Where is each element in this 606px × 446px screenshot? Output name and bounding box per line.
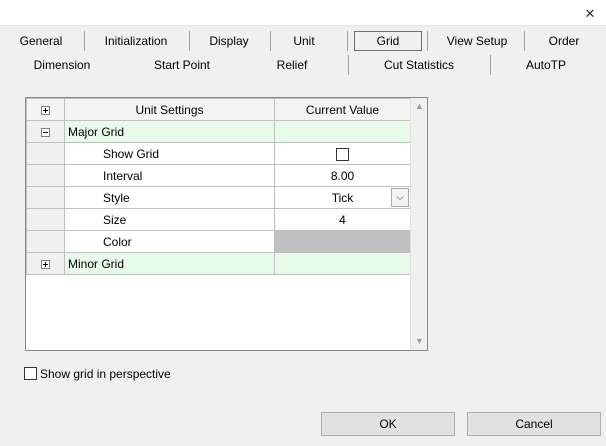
tab-separator [427,31,428,51]
tab-separator [347,31,348,51]
tab-start-point[interactable]: Start Point [142,54,222,76]
table-row-size[interactable]: Size 4 [26,208,411,231]
col-header-value: Current Value [274,98,411,121]
tab-view-setup[interactable]: View Setup [440,30,514,52]
tab-separator [270,31,271,51]
tab-separator [490,55,491,75]
tab-cut-statistics[interactable]: Cut Statistics [372,54,466,76]
tab-separator [189,31,190,51]
scroll-up-icon[interactable]: ▲ [411,98,428,115]
tab-separator [84,31,85,51]
property-label-color: Color [64,230,275,253]
row-header[interactable] [26,208,65,231]
row-header[interactable] [26,164,65,187]
property-value-style[interactable]: Tick ⌵ [274,186,411,209]
show-grid-perspective-checkbox[interactable] [24,367,37,381]
row-header[interactable] [26,142,65,165]
property-label-style: Style [64,186,275,209]
unit-settings-grid: Unit Settings Current Value Major Grid S… [25,97,428,351]
ok-button[interactable]: OK [321,412,455,436]
tab-separator [348,55,349,75]
property-label-show-grid: Show Grid [64,142,275,165]
tab-grid[interactable]: Grid [354,31,422,51]
group-row-minor-grid[interactable]: Minor Grid [26,252,411,275]
collapse-icon[interactable] [41,127,50,137]
show-grid-perspective-option[interactable]: Show grid in perspective [24,366,171,381]
tab-display[interactable]: Display [196,30,262,52]
group-value-cell [274,120,411,143]
group-row-major-grid[interactable]: Major Grid [26,120,411,143]
row-header[interactable] [26,120,65,143]
tab-autotp[interactable]: AutoTP [516,54,576,76]
property-value-show-grid[interactable] [274,142,411,165]
table-row-interval[interactable]: Interval 8.00 [26,164,411,187]
group-label-major-grid[interactable]: Major Grid [64,120,275,143]
property-value-size[interactable]: 4 [274,208,411,231]
tab-separator [524,31,525,51]
tab-row-1: General Initialization Display Unit Grid… [0,30,606,52]
cancel-button[interactable]: Cancel [467,412,601,436]
vertical-scrollbar[interactable]: ▲ ▼ [410,98,427,350]
property-label-interval: Interval [64,164,275,187]
show-grid-checkbox[interactable] [336,147,349,161]
property-label-size: Size [64,208,275,231]
row-header[interactable] [26,252,65,275]
title-bar: ✕ [0,0,606,26]
tab-order[interactable]: Order [536,30,592,52]
color-swatch[interactable] [274,230,411,253]
expand-icon[interactable] [41,259,50,269]
expand-all-icon[interactable] [41,105,50,115]
settings-table: Unit Settings Current Value Major Grid S… [26,98,411,275]
scroll-down-icon[interactable]: ▼ [411,333,428,350]
tab-row-2: Dimension Start Point Relief Cut Statist… [0,54,606,76]
style-select-value[interactable]: Tick [332,191,354,205]
expand-all-cell[interactable] [26,98,65,121]
col-header-settings: Unit Settings [64,98,275,121]
row-header[interactable] [26,230,65,253]
group-label-minor-grid[interactable]: Minor Grid [64,252,275,275]
table-row-color[interactable]: Color [26,230,411,253]
close-icon[interactable]: ✕ [582,6,598,22]
tab-dimension[interactable]: Dimension [22,54,102,76]
show-grid-perspective-label[interactable]: Show grid in perspective [40,367,171,381]
table-row-style[interactable]: Style Tick ⌵ [26,186,411,209]
tab-unit[interactable]: Unit [276,30,332,52]
tab-general[interactable]: General [8,30,74,52]
table-row-show-grid[interactable]: Show Grid [26,142,411,165]
chevron-down-icon[interactable]: ⌵ [391,188,409,207]
property-value-interval[interactable]: 8.00 [274,164,411,187]
row-header[interactable] [26,186,65,209]
group-value-cell [274,252,411,275]
tab-relief[interactable]: Relief [262,54,322,76]
tab-initialization[interactable]: Initialization [94,30,178,52]
